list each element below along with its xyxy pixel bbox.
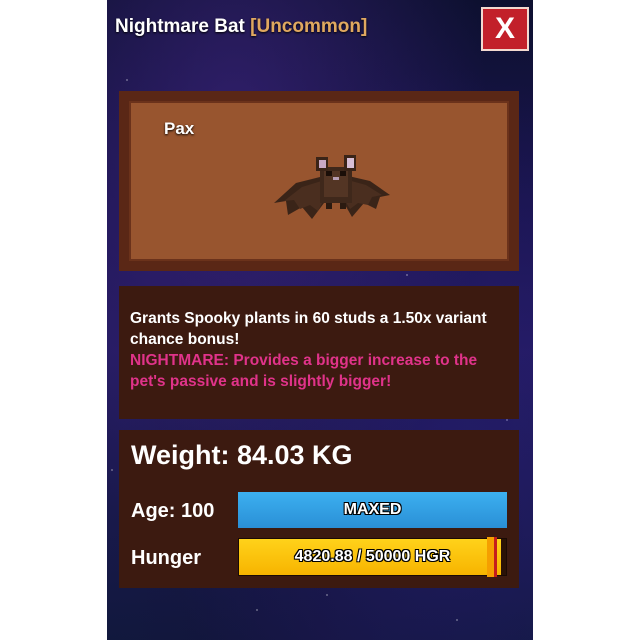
passive-description: Grants Spooky plants in 60 studs a 1.50x… bbox=[130, 310, 487, 348]
pet-description-box: Grants Spooky plants in 60 studs a 1.50x… bbox=[119, 286, 519, 419]
pet-nickname: Pax bbox=[164, 119, 195, 138]
close-button[interactable]: X bbox=[481, 7, 529, 51]
age-progress-bar: MAXED bbox=[238, 492, 507, 528]
hunger-progress-bar: 4820.88 / 50000 HGR bbox=[238, 537, 507, 577]
variant-description: NIGHTMARE: Provides a bigger increase to… bbox=[130, 352, 478, 390]
pet-info-panel: Nightmare Bat [Uncommon] X Pax Grants Sp… bbox=[107, 0, 533, 640]
hunger-label: Hunger bbox=[131, 547, 201, 569]
pet-species-name: Nightmare Bat bbox=[115, 16, 245, 37]
pet-title: Nightmare Bat [Uncommon] bbox=[115, 16, 367, 38]
pet-viewport: Pax bbox=[119, 91, 519, 271]
age-label: Age: 100 bbox=[131, 500, 215, 522]
pet-stats-box: Weight: 84.03 KG Age: 100 MAXED Hunger 4… bbox=[119, 430, 519, 588]
weight-value: Weight: 84.03 KG bbox=[131, 440, 353, 470]
pet-viewport-inner: Pax bbox=[129, 101, 509, 261]
hunger-bar-text: 4820.88 / 50000 HGR bbox=[294, 548, 451, 565]
close-icon: X bbox=[494, 12, 515, 45]
bat-pet-model bbox=[274, 155, 390, 219]
rarity-badge: [Uncommon] bbox=[250, 16, 368, 37]
age-bar-text: MAXED bbox=[343, 501, 402, 518]
